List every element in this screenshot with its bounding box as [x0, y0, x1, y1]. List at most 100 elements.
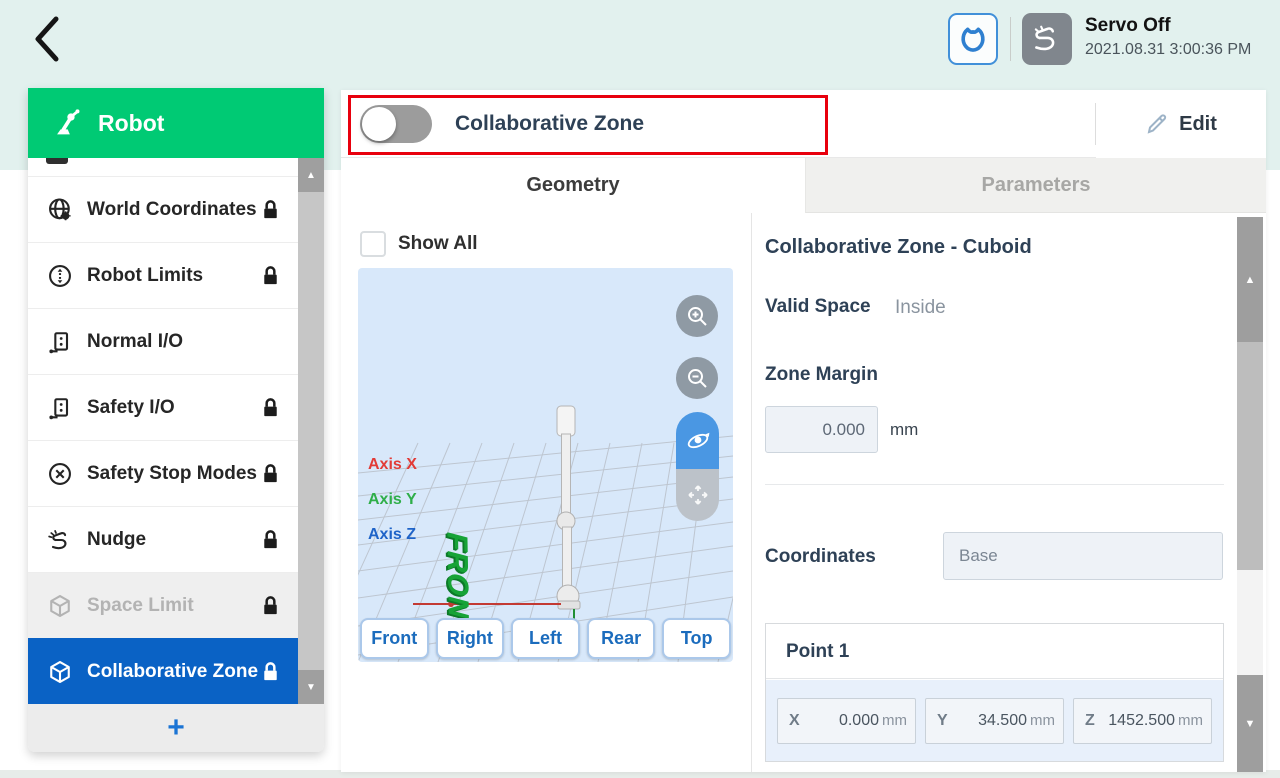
scrollbar-thumb[interactable]: [1237, 342, 1263, 570]
axis-value: 34.500: [978, 712, 1027, 730]
world-coordinates-icon: [46, 196, 74, 224]
scroll-up-button[interactable]: ▲: [298, 158, 324, 192]
nudge-icon: [46, 526, 74, 554]
sidebar-item-label: Normal I/O: [87, 331, 183, 353]
scrollbar-track[interactable]: [1237, 570, 1263, 675]
stop-modes-icon: [46, 460, 74, 488]
tab-geometry[interactable]: Geometry: [341, 158, 805, 213]
robot-arm-icon: [50, 106, 84, 140]
point1-x-field[interactable]: X 0.000 mm: [777, 698, 916, 744]
lock-icon: [259, 198, 282, 223]
zoom-out-button[interactable]: [676, 357, 718, 399]
axis-value: 1452.500: [1108, 712, 1175, 730]
sidebar-title: Robot: [98, 110, 164, 137]
sidebar-item-partial: [28, 158, 324, 176]
sidebar-item-label: Space Limit: [87, 595, 194, 617]
edit-button-label: Edit: [1179, 113, 1217, 136]
collaborative-zone-toggle[interactable]: [360, 105, 432, 143]
point1-title: Point 1: [766, 624, 1223, 679]
sidebar-item-label: Collaborative Zone: [87, 661, 258, 683]
axis-value: 0.000: [839, 712, 879, 730]
view-rear-button[interactable]: Rear: [587, 618, 656, 659]
sidebar-item-world-coordinates[interactable]: World Coordinates: [28, 176, 298, 242]
scrollbar-track[interactable]: [298, 192, 324, 670]
axis-unit: mm: [882, 712, 907, 729]
axis-letter: Y: [937, 712, 948, 730]
add-menu-button[interactable]: +: [28, 704, 324, 752]
view-front-button[interactable]: Front: [360, 618, 429, 659]
tab-bar: Geometry Parameters: [341, 158, 1266, 213]
sidebar-item-collaborative-zone[interactable]: Collaborative Zone: [28, 638, 298, 704]
show-all-checkbox[interactable]: [360, 231, 386, 257]
main-panel: Collaborative Zone Edit Geometry Paramet…: [341, 90, 1266, 772]
point1-section: Point 1 X 0.000 mm Y 34.500 mm Z 1452.50…: [765, 623, 1224, 762]
sidebar-item-label: Nudge: [87, 529, 146, 551]
show-all-label: Show All: [398, 233, 478, 255]
3d-viewport[interactable]: Axis X Axis Y Axis Z FRONT: [358, 268, 733, 662]
timestamp: 2021.08.31 3:00:36 PM: [1085, 41, 1251, 59]
coordinates-label: Coordinates: [765, 546, 876, 568]
robot-sidebar: Robot World Coordinates: [28, 88, 324, 752]
view-right-button[interactable]: Right: [436, 618, 505, 659]
sidebar-item-label: World Coordinates: [87, 199, 257, 221]
show-all-checkbox-row[interactable]: Show All: [360, 231, 478, 257]
servo-status: Servo Off: [1085, 15, 1171, 37]
top-bar: Servo Off 2021.08.31 3:00:36 PM: [0, 0, 1280, 90]
lock-icon: [259, 396, 282, 421]
tab-parameters[interactable]: Parameters: [805, 158, 1266, 213]
lock-icon: [259, 462, 282, 487]
cube-icon: [46, 658, 74, 686]
zoom-out-icon: [685, 366, 709, 390]
axis-y-label: Axis Y: [368, 491, 417, 509]
sidebar-item-nudge[interactable]: Nudge: [28, 506, 298, 572]
point1-y-field[interactable]: Y 34.500 mm: [925, 698, 1064, 744]
robot-limits-icon: [46, 262, 74, 290]
sidebar-item-safety-io[interactable]: Safety I/O: [28, 374, 298, 440]
axis-letter: Z: [1085, 712, 1095, 730]
back-button[interactable]: [26, 12, 72, 66]
view-top-button[interactable]: Top: [662, 618, 731, 659]
edit-button[interactable]: Edit: [1096, 90, 1266, 158]
manual-mode-badge[interactable]: [1022, 13, 1072, 65]
orbit-rotate-button[interactable]: [676, 412, 719, 469]
scroll-up-button[interactable]: ▲: [1237, 217, 1263, 342]
scroll-down-button[interactable]: ▼: [298, 670, 324, 704]
details-scrollbar[interactable]: ▲ ▼: [1237, 217, 1263, 772]
zone-margin-input[interactable]: 0.000: [765, 406, 878, 453]
view-left-button[interactable]: Left: [511, 618, 580, 659]
axis-x-label: Axis X: [368, 456, 417, 474]
coordinates-select[interactable]: Base: [943, 532, 1223, 580]
point1-z-field[interactable]: Z 1452.500 mm: [1073, 698, 1212, 744]
sidebar-scrollbar[interactable]: ▲ ▼: [298, 158, 324, 704]
pan-arrows-icon: [685, 482, 711, 508]
orbit-icon: [684, 427, 712, 455]
chevron-left-icon: [26, 13, 72, 65]
zone-margin-label: Zone Margin: [765, 364, 878, 386]
sidebar-item-label: Safety I/O: [87, 397, 175, 419]
clipped-icon-fragment: [46, 158, 68, 164]
zoom-in-button[interactable]: [676, 295, 718, 337]
sidebar-header-robot[interactable]: Robot: [28, 88, 324, 158]
zone-type-title: Collaborative Zone - Cuboid: [765, 236, 1032, 259]
lock-icon: [259, 528, 282, 553]
sidebar-item-robot-limits[interactable]: Robot Limits: [28, 242, 298, 308]
sidebar-item-normal-io[interactable]: Normal I/O: [28, 308, 298, 374]
cube-icon: [46, 592, 74, 620]
io-icon: [46, 394, 74, 422]
valid-space-value: Inside: [895, 297, 946, 319]
point1-fields-row: X 0.000 mm Y 34.500 mm Z 1452.500 mm: [766, 680, 1223, 761]
scroll-down-button[interactable]: ▼: [1237, 675, 1263, 772]
collaborative-zone-toggle-label: Collaborative Zone: [455, 90, 644, 158]
pan-move-button[interactable]: [676, 469, 719, 521]
sidebar-item-space-limit[interactable]: Space Limit: [28, 572, 298, 638]
section-divider: [765, 484, 1224, 485]
lock-icon: [259, 594, 282, 619]
gripper-tool-button[interactable]: [948, 13, 998, 65]
column-divider: [751, 213, 752, 772]
toggle-knob: [362, 107, 396, 141]
gripper-icon: [958, 23, 988, 55]
valid-space-label: Valid Space: [765, 296, 871, 318]
sidebar-item-safety-stop-modes[interactable]: Safety Stop Modes: [28, 440, 298, 506]
view-buttons-row: Front Right Left Rear Top: [360, 618, 731, 659]
axis-unit: mm: [1030, 712, 1055, 729]
